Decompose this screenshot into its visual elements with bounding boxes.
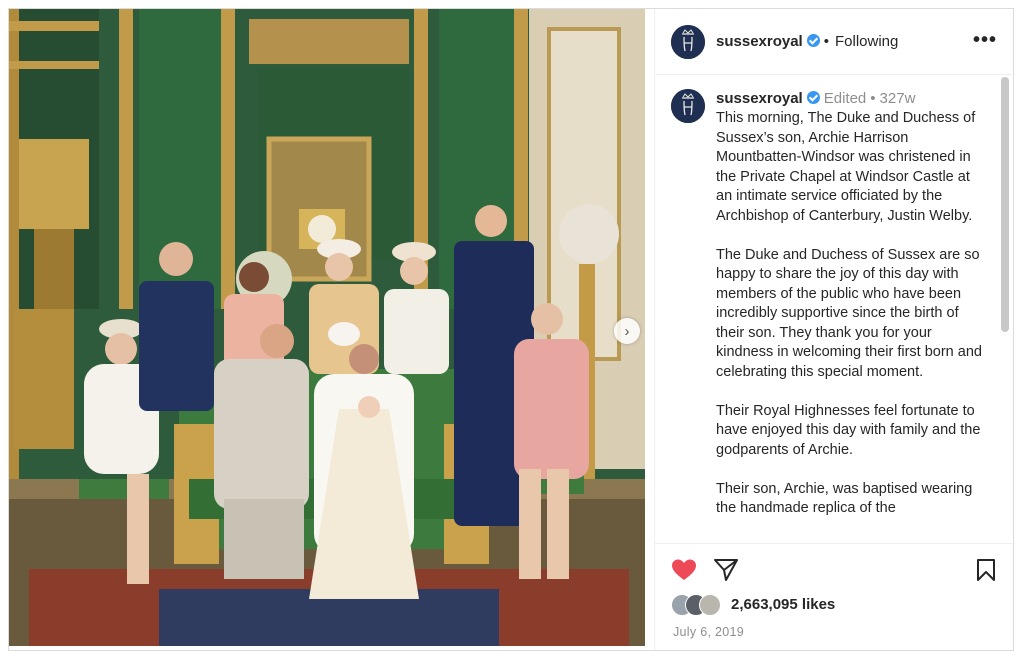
paper-plane-icon[interactable] bbox=[713, 558, 739, 587]
edited-label: Edited bbox=[823, 90, 867, 107]
verified-badge-icon bbox=[806, 91, 820, 104]
monogram-logo bbox=[671, 25, 705, 59]
separator-dot: • bbox=[870, 90, 876, 107]
caption-paragraph: This morning, The Duke and Duchess of Su… bbox=[716, 110, 976, 224]
header-user: sussexroyal • Following bbox=[716, 33, 898, 51]
avatar bbox=[699, 594, 721, 616]
post-age[interactable]: 327w bbox=[880, 90, 916, 107]
caption-paragraph: Their Royal Highnesses feel fortunate to… bbox=[716, 402, 981, 458]
christening-photo bbox=[9, 9, 645, 646]
bookmark-icon[interactable] bbox=[975, 558, 997, 587]
next-photo-button[interactable]: › bbox=[614, 318, 640, 344]
following-button[interactable]: Following bbox=[835, 33, 898, 50]
likes-count[interactable]: 2,663,095 likes bbox=[731, 596, 835, 613]
post-photo[interactable] bbox=[9, 9, 645, 646]
more-options-icon[interactable]: ••• bbox=[973, 30, 997, 50]
post-header: sussexroyal • Following ••• bbox=[655, 9, 1015, 75]
post-sidebar: sussexroyal • Following ••• sussexroyal Edi… bbox=[654, 9, 1015, 650]
avatar[interactable] bbox=[671, 25, 705, 59]
caption-paragraph: Their son, Archie, was baptised wearing … bbox=[716, 480, 973, 517]
heart-icon[interactable] bbox=[671, 558, 697, 587]
verified-badge-icon bbox=[806, 34, 820, 47]
caption-header: sussexroyal Edited • 327w bbox=[716, 90, 915, 108]
chevron-right-icon: › bbox=[624, 322, 630, 340]
username-link[interactable]: sussexroyal bbox=[716, 33, 803, 50]
post-actions: 2,663,095 likes July 6, 2019 bbox=[655, 543, 1015, 650]
liker-avatars[interactable] bbox=[671, 594, 729, 616]
scrollbar-thumb[interactable] bbox=[1001, 77, 1009, 332]
scrollbar[interactable] bbox=[1001, 77, 1009, 539]
caption-paragraph: The Duke and Duchess of Sussex are so ha… bbox=[716, 246, 982, 380]
caption-text: This morning, The Duke and Duchess of Su… bbox=[716, 109, 990, 538]
caption-area: sussexroyal Edited • 327w This morning, The… bbox=[655, 75, 1015, 543]
monogram-logo bbox=[671, 89, 705, 123]
avatar[interactable] bbox=[671, 89, 705, 123]
post-date[interactable]: July 6, 2019 bbox=[673, 625, 744, 639]
caption-username-link[interactable]: sussexroyal bbox=[716, 90, 803, 107]
separator-dot: • bbox=[823, 33, 829, 50]
